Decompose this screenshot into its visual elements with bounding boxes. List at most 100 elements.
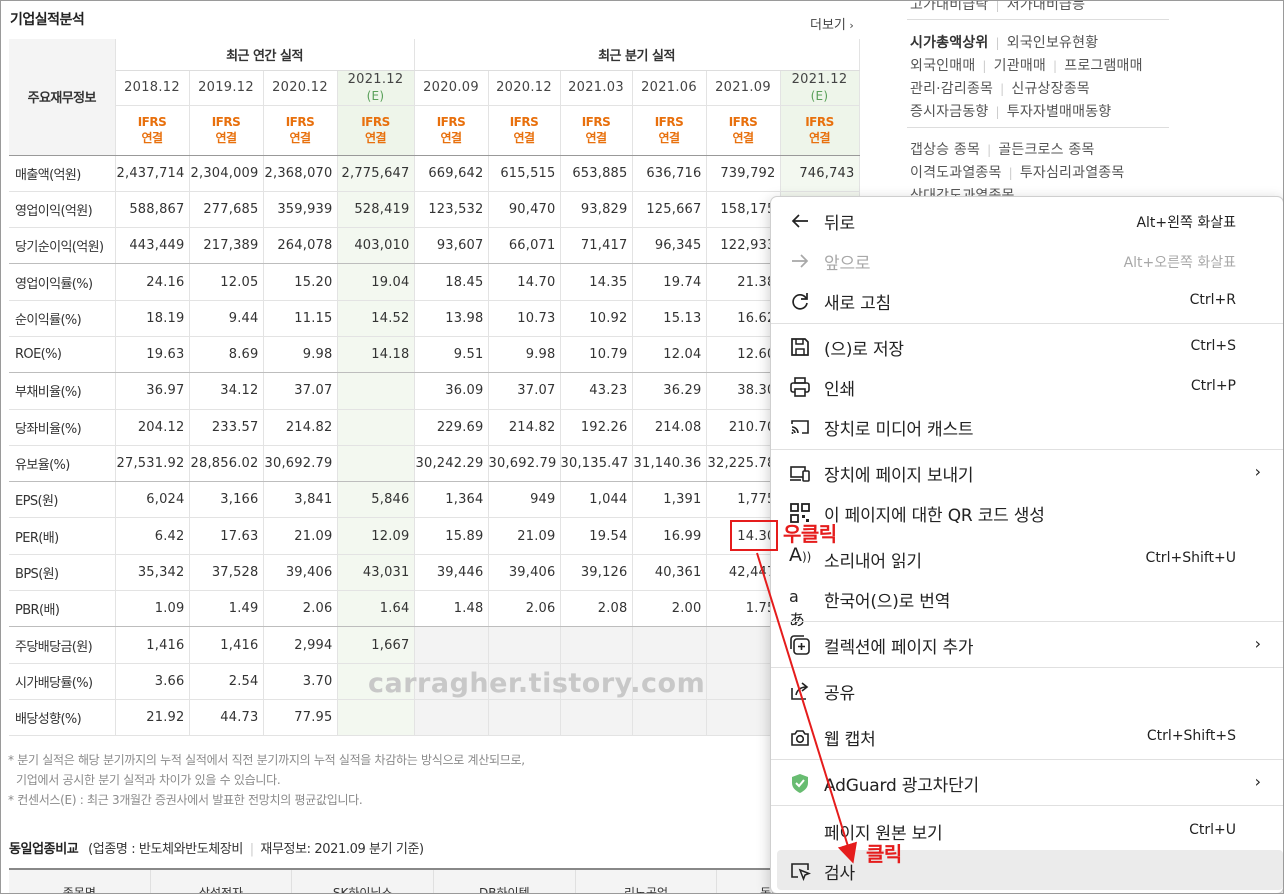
table-cell: 217,389 — [189, 227, 264, 265]
side-link[interactable]: 이격도과열종목 — [910, 165, 1002, 181]
adguard-shield-icon — [789, 772, 811, 794]
menu-item-translate[interactable]: aあ 한국어(으)로 번역 — [777, 578, 1283, 629]
table-cell: 1,667 — [337, 626, 415, 664]
peer-col[interactable]: DB하이텍 — [434, 870, 576, 894]
table-cell: 214.08 — [632, 409, 707, 446]
side-link[interactable]: 투자심리과열종목 — [1020, 165, 1125, 181]
side-link[interactable]: 외국인매매 — [910, 58, 975, 74]
table-cell: 443,449 — [115, 227, 190, 265]
table-cell: 5,846 — [337, 481, 415, 519]
table-row: PBR(배) 1.09 1.49 2.06 1.64 1.48 2.06 2.08 2.00 1.… — [9, 590, 860, 628]
table-cell: 11.15 — [263, 300, 338, 337]
table-cell: 12.05 — [189, 263, 264, 301]
menu-item-adguard[interactable]: AdGuard 광고차단기 › — [777, 762, 1283, 802]
table-cell — [560, 699, 633, 737]
side-link[interactable]: 신규상장종목 — [1011, 81, 1089, 97]
side-link[interactable]: 골든크로스 종목 — [998, 142, 1094, 158]
side-link-panel: 고가대비급락 | 저가대비급등 시가총액상위 | 외국인보유현황 외국인매매 | 기관매매 |… — [895, 0, 1207, 204]
table-cell: 210.70 — [706, 409, 781, 446]
side-link[interactable]: 기관매매 — [994, 58, 1046, 74]
table-row: 영업이익(억원) 588,867 277,685 359,939 528,419 123,… — [9, 191, 860, 229]
table-cell: 30,135.47 — [560, 445, 633, 483]
table-cell: 2.08 — [560, 590, 633, 628]
menu-item-forward[interactable]: 앞으로 Alt+오른쪽 화살표 — [777, 240, 1283, 280]
peer-industry: (업종명 : 반도체와반도체장비 — [88, 842, 243, 857]
period-header: 2021.03 — [560, 70, 633, 106]
table-cell: 19.54 — [560, 517, 633, 555]
row-label: EPS(원) — [9, 481, 116, 519]
menu-item-print[interactable]: 인쇄 Ctrl+P — [777, 366, 1283, 406]
chevron-right-icon: › — [1254, 634, 1261, 653]
side-link-active[interactable]: 시가총액상위 — [910, 35, 988, 51]
peer-col[interactable]: 삼성전자 — [151, 870, 293, 894]
menu-item-add-to-collection[interactable]: 컬렉션에 페이지 추가 › — [777, 624, 1283, 664]
quarter-group-header: 최근 분기 실적 — [414, 39, 860, 71]
table-cell: 1.48 — [414, 590, 489, 628]
table-row: 유보율(%) 27,531.92 28,856.02 30,692.79 30,242.… — [9, 445, 860, 483]
table-cell: 6,024 — [115, 481, 190, 519]
table-cell: 2,994 — [263, 626, 338, 664]
side-link[interactable]: 관리·감리종목 — [910, 81, 993, 97]
menu-item-view-source[interactable]: 페이지 원본 보기 Ctrl+U — [777, 810, 1283, 850]
table-cell: 13.98 — [414, 300, 489, 337]
table-cell — [706, 663, 781, 700]
table-cell: 1,364 — [414, 481, 489, 519]
table-cell: 3.70 — [263, 663, 338, 700]
side-link[interactable]: 외국인보유현황 — [1007, 35, 1099, 51]
table-cell: 37.07 — [263, 372, 338, 410]
table-cell: 15.89 — [414, 517, 489, 555]
menu-item-web-capture[interactable]: 웹 캡처 Ctrl+Shift+S — [777, 716, 1283, 756]
table-cell: 93,607 — [414, 227, 489, 265]
side-link[interactable]: 증시자금동향 — [910, 104, 988, 120]
peer-comparison-title: 동일업종비교 (업종명 : 반도체와반도체장비 | 재무정보: 2021.09 … — [9, 842, 424, 857]
back-arrow-icon — [789, 210, 811, 232]
table-cell: 1,044 — [560, 481, 633, 519]
menu-item-inspect[interactable]: 검사 — [777, 850, 1283, 890]
row-label: PBR(배) — [9, 590, 116, 628]
table-cell: 24.16 — [115, 263, 190, 301]
menu-item-back[interactable]: 뒤로 Alt+왼쪽 화살표 — [777, 200, 1283, 240]
table-cell: 636,716 — [632, 155, 707, 192]
chevron-right-icon: › — [1254, 462, 1261, 481]
side-link[interactable]: 갭상승 종목 — [910, 142, 980, 158]
table-cell: 40,361 — [632, 554, 707, 592]
table-cell: 264,078 — [263, 227, 338, 265]
table-cell: 39,446 — [414, 554, 489, 592]
table-cell: 9.98 — [488, 336, 561, 374]
watermark: carragher.tistory.com — [368, 668, 706, 699]
table-cell: 1,775 — [706, 481, 781, 519]
menu-item-reload[interactable]: 새로 고침 Ctrl+R — [777, 280, 1283, 320]
side-link[interactable]: 투자자별매매동향 — [1007, 104, 1112, 120]
menu-item-share[interactable]: 공유 — [777, 670, 1283, 710]
table-cell: 3,166 — [189, 481, 264, 519]
menu-item-send-to-device[interactable]: 장치에 페이지 보내기 › — [777, 452, 1283, 492]
menu-item-save[interactable]: (으)로 저장 Ctrl+S — [777, 326, 1283, 366]
period-header: 2020.12 — [488, 70, 561, 106]
row-label: 영업이익률(%) — [9, 263, 116, 301]
table-row: 영업이익률(%) 24.16 12.05 15.20 19.04 18.45 14.70 14… — [9, 263, 860, 301]
peer-col[interactable]: 리노공업 — [576, 870, 718, 894]
reload-icon — [789, 290, 811, 312]
side-link[interactable]: 고가대비급락 — [910, 0, 988, 13]
table-cell: 2.54 — [189, 663, 264, 700]
table-cell — [337, 445, 415, 483]
menu-item-qr-code[interactable]: 이 페이지에 대한 QR 코드 생성 — [777, 492, 1283, 532]
menu-item-read-aloud[interactable]: A)) 소리내어 읽기 Ctrl+Shift+U — [777, 538, 1283, 578]
footnote: * 분기 실적은 해당 분기까지의 누적 실적에서 직전 분기까지의 누적 실적… — [8, 753, 525, 767]
table-cell: 1,416 — [189, 626, 264, 664]
side-link[interactable]: 프로그램매매 — [1064, 58, 1142, 74]
table-cell: 2.06 — [488, 590, 561, 628]
menu-item-cast[interactable]: 장치로 미디어 캐스트 — [777, 406, 1283, 446]
read-aloud-icon: A)) — [789, 544, 812, 566]
row-label: 배당성향(%) — [9, 699, 116, 737]
table-cell: 42,447 — [706, 554, 781, 592]
table-cell: 27,531.92 — [115, 445, 190, 483]
period-header: 2019.12 — [189, 70, 264, 106]
side-link[interactable]: 저가대비급등 — [1007, 0, 1085, 13]
peer-col[interactable]: SK하이닉스 — [292, 870, 435, 894]
peer-title-label: 동일업종비교 — [9, 842, 79, 857]
table-cell: 30,242.29 — [414, 445, 489, 483]
table-cell: 158,175 — [706, 191, 781, 229]
row-label: 주당배당금(원) — [9, 626, 116, 664]
more-link[interactable]: 더보기 › — [810, 14, 854, 33]
